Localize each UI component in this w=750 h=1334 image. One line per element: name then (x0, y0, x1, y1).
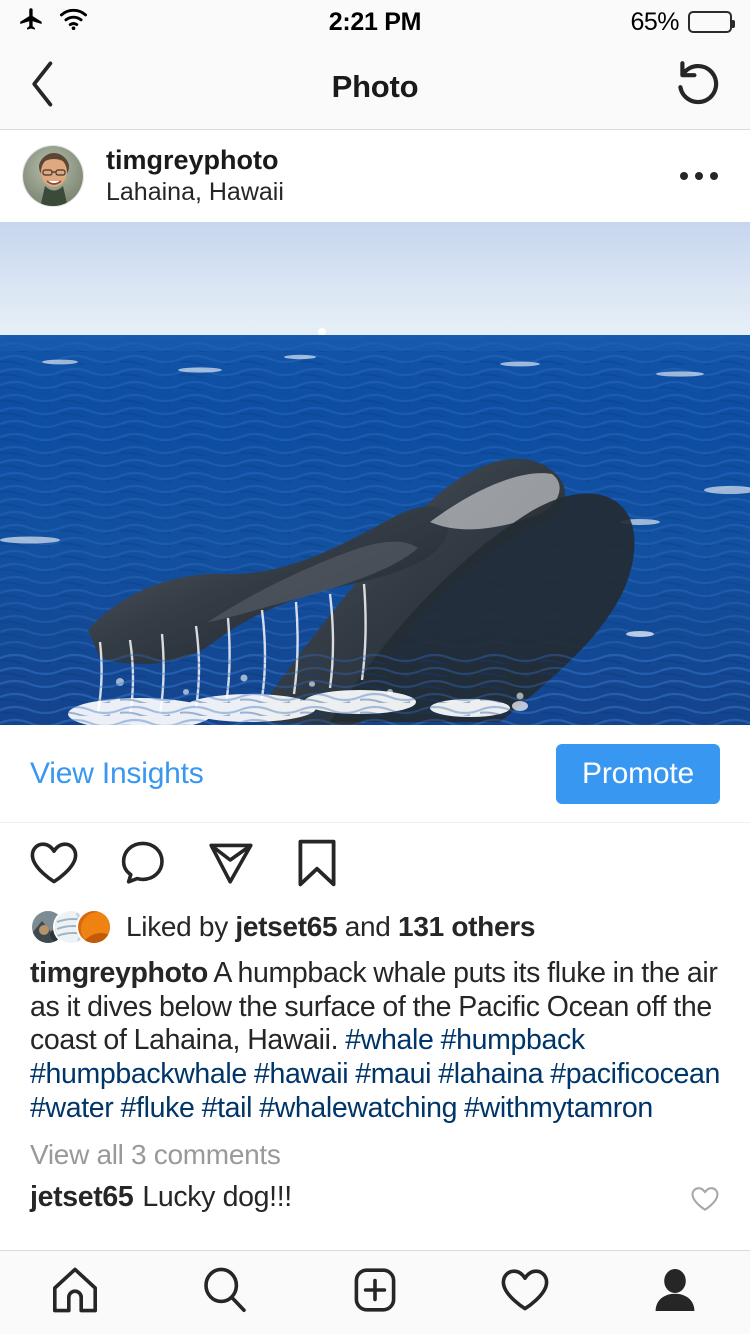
tab-home[interactable] (0, 1265, 150, 1320)
wifi-icon (59, 8, 88, 36)
comment-text: Lucky dog!!! (142, 1181, 292, 1214)
promote-button[interactable]: Promote (556, 743, 720, 804)
comment-row: jetset65 Lucky dog!!! (0, 1171, 750, 1221)
liker-avatars (30, 909, 112, 945)
hashtag-link[interactable]: #lahaina (438, 1058, 543, 1090)
tab-activity[interactable] (450, 1265, 600, 1320)
heart-icon (28, 839, 80, 892)
more-options-icon (680, 172, 688, 180)
tab-bar (0, 1250, 750, 1334)
hashtag-link[interactable]: #whale (345, 1024, 434, 1056)
view-all-comments-link[interactable]: View all 3 comments (0, 1125, 750, 1171)
refresh-button[interactable] (672, 58, 724, 115)
status-bar-left (18, 6, 88, 38)
more-options-button[interactable] (670, 158, 728, 194)
view-insights-link[interactable]: View Insights (30, 757, 204, 791)
comment-bubble-icon (118, 839, 168, 892)
avatar[interactable] (22, 145, 84, 207)
save-button[interactable] (294, 838, 340, 893)
hashtag-link[interactable]: #hawaii (254, 1058, 349, 1090)
comment-button[interactable] (118, 839, 168, 892)
hashtag-link[interactable]: #withmytamron (464, 1092, 653, 1124)
likes-prefix: Liked by (126, 911, 236, 942)
post-location[interactable]: Lahaina, Hawaii (106, 178, 284, 207)
plus-square-icon (350, 1265, 400, 1320)
comment-like-button[interactable] (690, 1181, 720, 1221)
hashtag-link[interactable]: #tail (202, 1092, 253, 1124)
post-photo[interactable] (0, 222, 750, 725)
liker-avatar-3 (76, 909, 112, 945)
tab-add-post[interactable] (300, 1265, 450, 1320)
navigation-bar: Photo (0, 44, 750, 130)
hashtag-link[interactable]: #maui (355, 1058, 431, 1090)
hashtag-link[interactable]: #humpback (441, 1024, 586, 1056)
tab-profile[interactable] (600, 1265, 750, 1320)
post-header: timgreyphoto Lahaina, Hawaii (0, 130, 750, 222)
post-actions (0, 823, 750, 907)
airplane-mode-icon (18, 6, 45, 38)
home-icon (50, 1265, 100, 1320)
likes-text: Liked by jetset65 and 131 others (126, 911, 535, 943)
search-icon (200, 1265, 250, 1320)
share-paper-plane-icon (206, 839, 256, 892)
post-caption: timgreyphoto A humpback whale puts its f… (0, 945, 750, 1125)
person-icon (650, 1265, 700, 1320)
instagram-photo-screen: 2:21 PM 65% Photo timgreyphoto Lahaina, … (0, 0, 750, 1334)
insights-row: View Insights Promote (0, 725, 750, 823)
refresh-icon (672, 58, 724, 115)
hashtag-link[interactable]: #pacificocean (550, 1058, 720, 1090)
hashtag-link[interactable]: #water (30, 1092, 114, 1124)
heart-icon (499, 1265, 551, 1320)
bookmark-icon (294, 838, 340, 893)
back-chevron-icon (26, 59, 60, 114)
hashtag-link[interactable]: #fluke (121, 1092, 195, 1124)
page-title: Photo (331, 68, 419, 104)
avatar-image (23, 146, 83, 206)
post-username[interactable]: timgreyphoto (106, 145, 284, 176)
comment-username[interactable]: jetset65 (30, 1181, 134, 1214)
status-bar: 2:21 PM 65% (0, 0, 750, 44)
likes-middle: and (337, 911, 399, 942)
hashtag-link[interactable]: #whalewatching (259, 1092, 457, 1124)
likes-username[interactable]: jetset65 (235, 911, 337, 942)
likes-others-count[interactable]: 131 others (398, 911, 535, 942)
likes-row[interactable]: Liked by jetset65 and 131 others (0, 907, 750, 945)
post-header-text: timgreyphoto Lahaina, Hawaii (106, 145, 284, 207)
back-button[interactable] (26, 59, 60, 114)
more-options-icon-dot3 (710, 172, 718, 180)
tab-search[interactable] (150, 1265, 300, 1320)
hashtag-link[interactable]: #humpbackwhale (30, 1058, 247, 1090)
status-bar-right: 65% (630, 7, 735, 37)
like-button[interactable] (28, 839, 80, 892)
more-options-icon-dot2 (695, 172, 703, 180)
heart-icon (690, 1187, 720, 1220)
post-photo-image (0, 222, 750, 725)
battery-percent-label: 65% (630, 7, 679, 36)
share-button[interactable] (206, 839, 256, 892)
battery-icon (688, 11, 735, 33)
caption-username[interactable]: timgreyphoto (30, 957, 208, 989)
